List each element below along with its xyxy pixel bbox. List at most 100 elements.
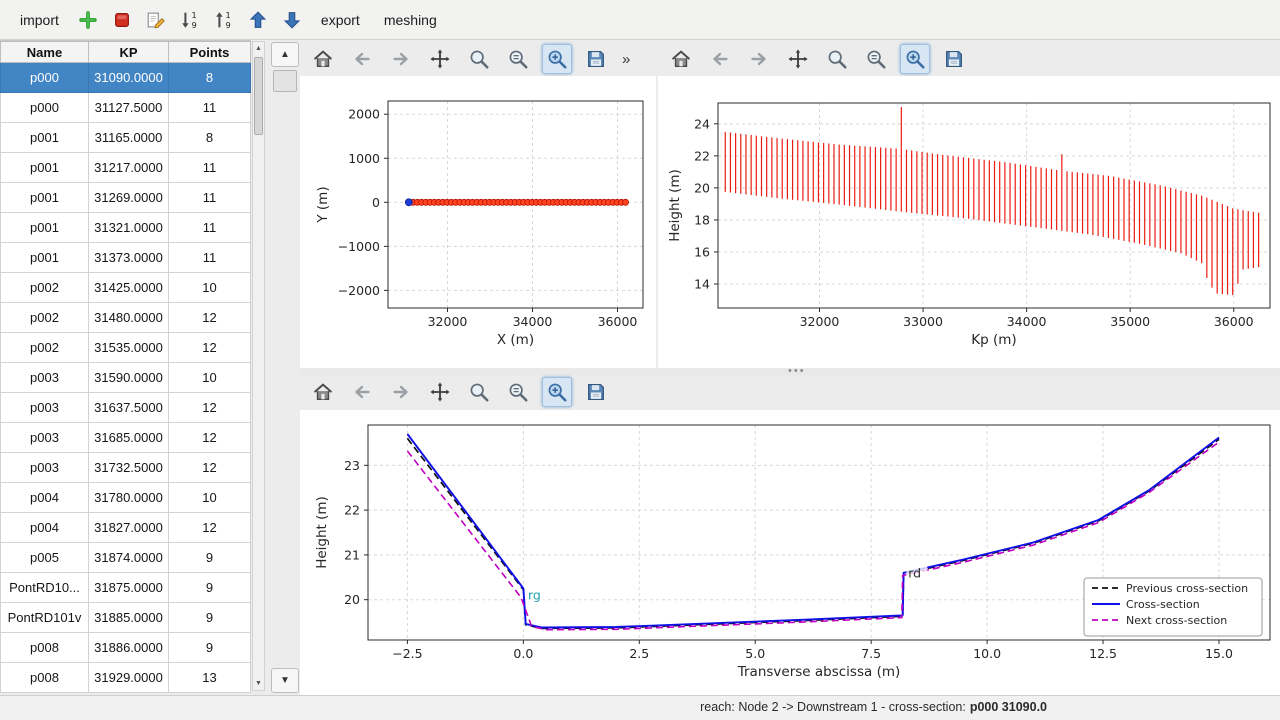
table-cell[interactable]: 31127.5000 (89, 93, 169, 123)
table-cell[interactable]: 31373.0000 (89, 243, 169, 273)
table-cell[interactable]: 10 (169, 363, 251, 393)
panel-scrollbar-thumb[interactable] (273, 70, 297, 92)
table-cell[interactable]: 11 (169, 93, 251, 123)
table-row[interactable]: PontRD101v31885.00009 (1, 603, 251, 633)
back-icon[interactable] (347, 377, 377, 407)
home-icon[interactable] (308, 377, 338, 407)
table-cell[interactable]: 31321.0000 (89, 213, 169, 243)
forward-icon[interactable] (386, 377, 416, 407)
table-row[interactable]: p00231425.000010 (1, 273, 251, 303)
table-cell[interactable]: p001 (1, 183, 89, 213)
table-cell[interactable]: 31269.0000 (89, 183, 169, 213)
table-cell[interactable]: 31637.5000 (89, 393, 169, 423)
edit-icon[interactable] (141, 5, 171, 35)
table-cell[interactable]: 31886.0000 (89, 633, 169, 663)
table-row[interactable]: p00331685.000012 (1, 423, 251, 453)
table-cell[interactable]: 31875.0000 (89, 573, 169, 603)
table-row[interactable]: p00231480.000012 (1, 303, 251, 333)
table-row[interactable]: p00831929.000013 (1, 663, 251, 693)
sort-descending-icon[interactable]: 19 (175, 5, 205, 35)
table-cell[interactable]: 10 (169, 273, 251, 303)
add-icon[interactable] (73, 5, 103, 35)
table-cell[interactable]: p001 (1, 123, 89, 153)
table-row[interactable]: p00031127.500011 (1, 93, 251, 123)
table-row[interactable]: p00131269.000011 (1, 183, 251, 213)
cross-section-figure[interactable]: −2.50.02.55.07.510.012.515.020212223Tran… (300, 410, 1280, 695)
table-cell[interactable]: 31885.0000 (89, 603, 169, 633)
table-row[interactable]: PontRD10...31875.00009 (1, 573, 251, 603)
home-icon[interactable] (666, 44, 696, 74)
save-icon[interactable] (581, 377, 611, 407)
table-cell[interactable]: PontRD10... (1, 573, 89, 603)
back-icon[interactable] (705, 44, 735, 74)
subplots-icon[interactable] (861, 44, 891, 74)
table-row[interactable]: p00331732.500012 (1, 453, 251, 483)
table-cell[interactable]: p000 (1, 93, 89, 123)
table-cell[interactable]: p001 (1, 243, 89, 273)
table-cell[interactable]: 11 (169, 243, 251, 273)
table-row[interactable]: p00431827.000012 (1, 513, 251, 543)
remove-icon[interactable] (107, 5, 137, 35)
table-row[interactable]: p00031090.00008 (1, 63, 251, 93)
table-cell[interactable]: 8 (169, 123, 251, 153)
pan-icon[interactable] (425, 377, 455, 407)
table-cell[interactable]: p003 (1, 363, 89, 393)
zoom-icon[interactable] (464, 377, 494, 407)
table-cell[interactable]: 31780.0000 (89, 483, 169, 513)
table-cell[interactable]: 12 (169, 393, 251, 423)
table-cell[interactable]: p004 (1, 513, 89, 543)
longitudinal-profile-chart[interactable]: 3200033000340003500036000141618202224Kp … (658, 76, 1280, 368)
table-cell[interactable]: 8 (169, 63, 251, 93)
back-icon[interactable] (347, 44, 377, 74)
table-cell[interactable]: 11 (169, 183, 251, 213)
table-row[interactable]: p00831886.00009 (1, 633, 251, 663)
table-cell[interactable]: 31480.0000 (89, 303, 169, 333)
table-cell[interactable]: p002 (1, 273, 89, 303)
table-cell[interactable]: 9 (169, 633, 251, 663)
table-row[interactable]: p00531874.00009 (1, 543, 251, 573)
sort-ascending-icon[interactable]: 19 (209, 5, 239, 35)
table-cell[interactable]: p001 (1, 153, 89, 183)
table-row[interactable]: p00331590.000010 (1, 363, 251, 393)
table-cell[interactable]: p003 (1, 453, 89, 483)
table-cell[interactable]: 12 (169, 423, 251, 453)
table-cell[interactable]: p004 (1, 483, 89, 513)
column-header-points[interactable]: Points (169, 42, 251, 63)
forward-icon[interactable] (744, 44, 774, 74)
table-cell[interactable]: 31425.0000 (89, 273, 169, 303)
scroll-down-icon[interactable]: ▼ (253, 677, 264, 690)
table-scrollbar[interactable]: ▲ ▼ (252, 41, 265, 691)
table-cell[interactable]: p005 (1, 543, 89, 573)
zoom-rect-icon[interactable] (900, 44, 930, 74)
plan-view-figure[interactable]: 320003400036000−2000−1000010002000X (m)Y… (300, 76, 656, 368)
table-row[interactable]: p00131373.000011 (1, 243, 251, 273)
subplots-icon[interactable] (503, 377, 533, 407)
zoom-rect-icon[interactable] (542, 44, 572, 74)
table-cell[interactable]: p008 (1, 633, 89, 663)
menu-export[interactable]: export (311, 7, 370, 33)
table-cell[interactable]: 11 (169, 153, 251, 183)
column-header-kp[interactable]: KP (89, 42, 169, 63)
panel-scroll-up-button[interactable]: ▲ (271, 42, 299, 67)
table-cell[interactable]: p003 (1, 423, 89, 453)
zoom-icon[interactable] (822, 44, 852, 74)
table-cell[interactable]: 12 (169, 303, 251, 333)
table-cell[interactable]: 31165.0000 (89, 123, 169, 153)
home-icon[interactable] (308, 44, 338, 74)
move-down-icon[interactable] (277, 5, 307, 35)
table-row[interactable]: p00331637.500012 (1, 393, 251, 423)
table-cell[interactable]: 31217.0000 (89, 153, 169, 183)
table-cell[interactable]: p000 (1, 63, 89, 93)
table-cell[interactable]: p003 (1, 393, 89, 423)
table-scrollbar-thumb[interactable] (254, 57, 263, 135)
table-cell[interactable]: 9 (169, 573, 251, 603)
save-icon[interactable] (581, 44, 611, 74)
menu-meshing[interactable]: meshing (374, 7, 447, 33)
pan-icon[interactable] (425, 44, 455, 74)
table-cell[interactable]: p002 (1, 333, 89, 363)
table-cell[interactable]: 31732.5000 (89, 453, 169, 483)
longitudinal-profile-figure[interactable]: 3200033000340003500036000141618202224Kp … (658, 76, 1280, 368)
table-cell[interactable]: 9 (169, 603, 251, 633)
table-row[interactable]: p00131217.000011 (1, 153, 251, 183)
table-cell[interactable]: 31874.0000 (89, 543, 169, 573)
